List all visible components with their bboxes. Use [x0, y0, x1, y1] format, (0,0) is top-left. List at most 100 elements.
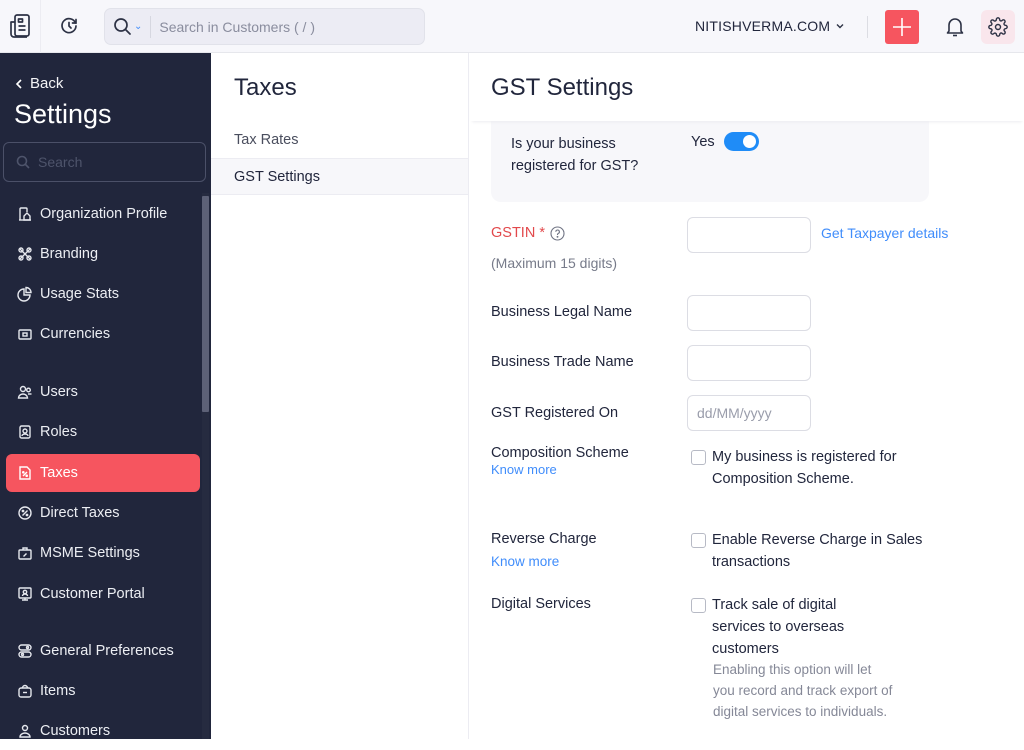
help-icon[interactable] — [550, 225, 565, 241]
settings-search[interactable] — [3, 142, 206, 182]
percent-circle-icon — [16, 504, 34, 522]
top-bar: ⌄ NITISHVERMA.COM — [0, 0, 1024, 53]
gstin-label: GSTIN * — [491, 225, 565, 241]
sidebar-item-label: Branding — [40, 246, 99, 262]
gst-registered-toggle[interactable] — [724, 132, 759, 151]
reverse-charge-label: Reverse Charge — [491, 531, 597, 547]
sidebar-item-label: MSME Settings — [40, 545, 140, 561]
gear-icon — [988, 17, 1008, 37]
sidebar-item-customers[interactable]: Customers — [6, 712, 200, 750]
sidebar-item-organization-profile[interactable]: Organization Profile — [6, 195, 200, 233]
users-icon — [16, 383, 34, 401]
gstin-hint: (Maximum 15 digits) — [491, 255, 618, 271]
sidebar-title: Settings — [14, 99, 112, 129]
subnav-item-gst-settings[interactable]: GST Settings — [211, 158, 468, 195]
taxes-title: Taxes — [234, 74, 297, 101]
sidebar-item-users[interactable]: Users — [6, 373, 200, 411]
quick-create-button[interactable] — [885, 10, 919, 44]
back-link[interactable]: Back — [14, 75, 63, 92]
legal-name-label: Business Legal Name — [491, 304, 633, 320]
taxes-subnav: Taxes Tax Rates GST Settings — [211, 53, 469, 739]
pie-chart-icon — [16, 285, 34, 303]
building-icon — [16, 205, 34, 223]
sidebar-item-msme-settings[interactable]: MSME Settings — [6, 534, 200, 572]
settings-button[interactable] — [981, 10, 1015, 44]
tax-document-icon — [16, 464, 34, 482]
sidebar-item-label: Direct Taxes — [40, 505, 120, 521]
digital-services-hint: Enabling this option will let you record… — [713, 662, 893, 719]
sidebar-item-label: Users — [40, 384, 78, 400]
reverse-charge-checkbox[interactable] — [691, 533, 706, 548]
history-icon — [61, 17, 77, 34]
plus-icon — [893, 18, 911, 36]
registered-on-date-input[interactable] — [687, 395, 811, 431]
preferences-icon — [16, 642, 34, 660]
global-search[interactable]: ⌄ — [104, 8, 425, 45]
monitor-user-icon — [16, 585, 34, 603]
gst-registered-question: Is your business registered for GST? — [511, 136, 639, 174]
composition-know-more-link[interactable]: Know more — [491, 462, 557, 477]
page-title: GST Settings — [491, 74, 634, 101]
sidebar-item-label: Currencies — [40, 326, 111, 342]
gst-settings-content: GST Settings Is your business registered… — [470, 53, 1024, 739]
search-icon — [16, 155, 30, 169]
digital-services-checkbox-label: Track sale of digital services to overse… — [712, 597, 845, 657]
back-label: Back — [30, 75, 64, 92]
digital-services-checkbox[interactable] — [691, 598, 706, 613]
chevron-down-icon — [836, 24, 844, 29]
badge-icon — [16, 423, 34, 441]
toggle-knob — [743, 135, 756, 148]
chevron-left-icon — [15, 78, 22, 89]
settings-sidebar: Back Settings Organization Profile Brand… — [0, 53, 211, 739]
organization-switcher[interactable]: NITISHVERMA.COM — [695, 18, 845, 34]
recent-history-button[interactable] — [56, 13, 82, 39]
search-icon[interactable] — [113, 17, 132, 36]
composition-checkbox-label: My business is registered for Compositio… — [712, 449, 897, 487]
bell-icon — [946, 18, 964, 37]
sidebar-item-label: Usage Stats — [40, 286, 119, 302]
app-logo-button[interactable] — [4, 10, 36, 42]
global-search-input[interactable] — [159, 18, 410, 35]
sidebar-item-label: Customer Portal — [40, 586, 145, 602]
app-logo-icon — [10, 14, 30, 38]
briefcase-icon — [16, 544, 34, 562]
trade-name-label: Business Trade Name — [491, 354, 634, 370]
reverse-charge-know-more-link[interactable]: Know more — [491, 554, 559, 569]
sidebar-item-label: Items — [40, 683, 76, 699]
sidebar-item-roles[interactable]: Roles — [6, 413, 200, 451]
sidebar-item-items[interactable]: Items — [6, 672, 200, 710]
get-taxpayer-details-link[interactable]: Get Taxpayer details — [821, 225, 948, 241]
sidebar-item-label: General Preferences — [40, 643, 174, 659]
divider — [867, 16, 868, 38]
notifications-button[interactable] — [942, 14, 968, 40]
digital-services-label: Digital Services — [491, 596, 591, 612]
sidebar-item-label: Organization Profile — [40, 206, 168, 222]
sidebar-scrollbar-thumb[interactable] — [202, 196, 209, 412]
sidebar-item-direct-taxes[interactable]: Direct Taxes — [6, 494, 200, 532]
brush-icon — [16, 245, 34, 263]
sidebar-item-currencies[interactable]: Currencies — [6, 315, 200, 353]
registered-on-label: GST Registered On — [491, 405, 619, 421]
sidebar-item-usage-stats[interactable]: Usage Stats — [6, 275, 200, 313]
sidebar-item-label: Taxes — [40, 465, 78, 481]
trade-name-input[interactable] — [687, 345, 811, 381]
org-name: NITISHVERMA.COM — [695, 18, 831, 34]
subnav-item-tax-rates[interactable]: Tax Rates — [211, 121, 468, 158]
user-icon — [16, 722, 34, 740]
search-scope-chevron-icon[interactable]: ⌄ — [134, 21, 142, 32]
legal-name-input[interactable] — [687, 295, 811, 331]
sidebar-item-label: Roles — [40, 424, 78, 440]
gstin-input[interactable] — [687, 217, 811, 253]
composition-label: Composition Scheme — [491, 445, 629, 461]
sidebar-item-customer-portal[interactable]: Customer Portal — [6, 575, 200, 613]
reverse-charge-checkbox-label: Enable Reverse Charge in Sales transacti… — [712, 532, 923, 570]
settings-search-input[interactable] — [38, 154, 198, 170]
money-icon — [16, 325, 34, 343]
composition-checkbox[interactable] — [691, 450, 706, 465]
sidebar-item-branding[interactable]: Branding — [6, 235, 200, 273]
sidebar-item-taxes[interactable]: Taxes — [6, 454, 200, 492]
bag-icon — [16, 682, 34, 700]
gst-registration-card: Is your business registered for GST? Yes — [491, 113, 929, 202]
sidebar-item-label: Customers — [40, 723, 111, 739]
sidebar-item-general-preferences[interactable]: General Preferences — [6, 632, 200, 670]
